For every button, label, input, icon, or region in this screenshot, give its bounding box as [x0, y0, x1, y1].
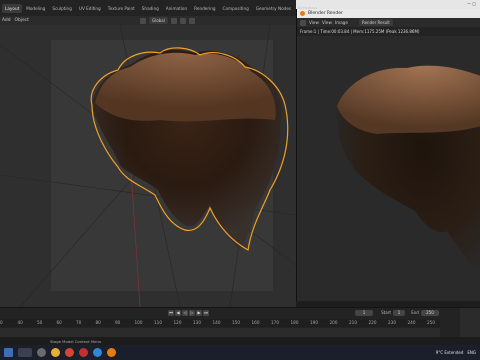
weather-indicator[interactable]: 9°C Extended [436, 350, 464, 355]
start-frame-field[interactable]: 1 [393, 310, 405, 316]
viewport-drawing [0, 25, 296, 307]
timeline-tick: 150 [232, 320, 240, 325]
timeline-tick: 120 [173, 320, 182, 325]
3d-viewport[interactable] [0, 25, 296, 307]
play-reverse-icon[interactable]: ◁ [182, 310, 188, 316]
file-explorer-icon[interactable] [51, 348, 60, 357]
proportional-edit-icon[interactable] [188, 17, 195, 24]
render-window-titlebar: Blender Render [297, 9, 480, 18]
timeline-tick: 60 [56, 320, 62, 325]
tab-geometry-nodes[interactable]: Geometry Nodes [253, 4, 294, 13]
editor-type-icon[interactable] [300, 19, 306, 26]
tab-animation[interactable]: Animation [163, 4, 190, 13]
status-message: Stage Model Context Menu [50, 338, 102, 344]
pivot-icon[interactable] [170, 17, 177, 24]
render-window-title: Blender Render [308, 11, 343, 16]
render-canvas[interactable] [297, 36, 480, 301]
timeline-ruler[interactable]: 0 40 50 60 70 80 90 100 110 120 130 140 150 160 170 180… [0, 319, 440, 327]
task-view-icon[interactable] [37, 348, 46, 357]
system-tray: 9°C Extended ENG [436, 345, 476, 360]
windows-start-icon[interactable] [4, 348, 13, 357]
render-result-select[interactable]: Render Result [359, 19, 393, 26]
edge-icon[interactable] [93, 348, 102, 357]
timeline-tick: 110 [154, 320, 162, 325]
tab-uv-editing[interactable]: UV Editing [76, 4, 104, 13]
timeline-tick: 230 [388, 320, 396, 325]
timeline-editor: ⏮ ◀ ◁ ▷ ▶ ⏭ 1 Start 1 End 250 0 40 50 60 70 8… [0, 307, 480, 338]
properties-panel-corner [460, 308, 480, 338]
timeline-tick: 160 [251, 320, 260, 325]
search-icon[interactable] [18, 348, 32, 357]
orientation-icon[interactable] [140, 17, 146, 24]
tab-rendering[interactable]: Rendering [191, 4, 218, 13]
playback-controls: ⏮ ◀ ◁ ▷ ▶ ⏭ [168, 310, 209, 316]
tab-modeling[interactable]: Modeling [23, 4, 48, 13]
timeline-tick: 180 [290, 320, 299, 325]
os-window-strip: — ▢ [296, 0, 480, 9]
menu-object[interactable]: Object [15, 18, 29, 23]
tab-shading[interactable]: Shading [139, 4, 162, 13]
render-menu-view[interactable]: View [309, 20, 319, 25]
window-controls[interactable]: — ▢ [467, 1, 476, 6]
prev-keyframe-icon[interactable]: ◀ [175, 310, 181, 316]
jump-start-icon[interactable]: ⏮ [168, 310, 174, 316]
render-status-text: Frame:1 | Time:00:03.84 | Mem:1175.25M (… [300, 29, 420, 34]
timeline-tick: 140 [212, 320, 221, 325]
blender-app: — ▢ Layout Modeling Sculpting UV Editing… [0, 0, 480, 360]
start-label: Start [381, 310, 391, 315]
timeline-tick: 200 [329, 320, 338, 325]
timeline-track[interactable] [0, 328, 440, 337]
language-indicator[interactable]: ENG [467, 350, 476, 355]
play-icon[interactable]: ▷ [189, 310, 195, 316]
blender-logo-icon [300, 11, 305, 16]
blender-taskbar-icon[interactable] [107, 348, 116, 357]
timeline-tick: 210 [349, 320, 357, 325]
timeline-tick: 240 [407, 320, 416, 325]
timeline-tick: 100 [134, 320, 143, 325]
tab-sculpting[interactable]: Sculpting [49, 4, 75, 13]
render-hair-tips [337, 65, 480, 134]
jump-end-icon[interactable]: ⏭ [203, 310, 209, 316]
timeline-tick: 250 [427, 320, 435, 325]
snap-icon[interactable] [179, 17, 186, 24]
timeline-tick: 90 [115, 320, 121, 325]
timeline-tick: 80 [95, 320, 101, 325]
transform-orientation-select[interactable]: Global [149, 17, 168, 24]
chrome-icon[interactable] [65, 348, 74, 357]
tab-texture-paint[interactable]: Texture Paint [105, 4, 138, 13]
render-menu-view-2[interactable]: View [322, 20, 332, 25]
render-window-toolbar: View View Image Render Result [297, 18, 480, 27]
timeline-tick: 190 [310, 320, 318, 325]
timeline-tick: 170 [271, 320, 279, 325]
os-taskbar: 9°C Extended ENG [0, 345, 480, 360]
workspace-tabs-bar: Layout Modeling Sculpting UV Editing Tex… [0, 0, 317, 16]
end-label: End [411, 310, 419, 315]
render-status-bar: Frame:1 | Time:00:03.84 | Mem:1175.25M (… [297, 27, 480, 36]
render-window: Blender Render View View Image Render Re… [296, 9, 480, 301]
timeline-tick: 220 [368, 320, 377, 325]
render-menu-image[interactable]: Image [335, 20, 348, 25]
timeline-tick: 40 [17, 320, 23, 325]
tab-compositing[interactable]: Compositing [220, 4, 252, 13]
viewport-header-tools: Global [140, 16, 195, 25]
next-keyframe-icon[interactable]: ▶ [196, 310, 202, 316]
current-frame-field[interactable]: 1 [355, 310, 373, 316]
status-bar: Stage Model Context Menu [0, 337, 480, 345]
app-icon[interactable] [79, 348, 88, 357]
tab-layout[interactable]: Layout [2, 3, 23, 13]
timeline-tick: 50 [37, 320, 43, 325]
menu-add[interactable]: Add [2, 18, 11, 23]
render-image [336, 65, 480, 275]
timeline-tick: 70 [76, 320, 82, 325]
end-frame-field[interactable]: 250 [421, 310, 439, 316]
timeline-tick: 0 [0, 320, 3, 325]
timeline-tick: 130 [193, 320, 201, 325]
